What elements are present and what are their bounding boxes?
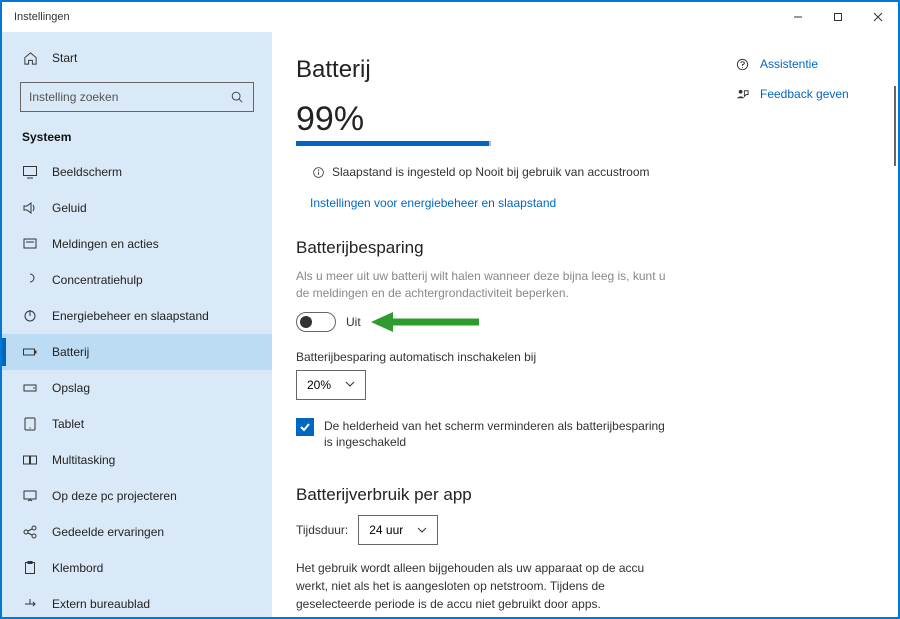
sidebar-item-focus-assist[interactable]: Concentratiehulp: [2, 262, 272, 298]
power-sleep-settings-link[interactable]: Instellingen voor energiebeheer en slaap…: [310, 196, 556, 210]
time-period-select[interactable]: 24 uur: [358, 515, 438, 545]
sidebar-item-label: Beeldscherm: [52, 165, 122, 179]
sidebar-item-label: Meldingen en acties: [52, 237, 159, 251]
time-period-value: 24 uur: [369, 523, 403, 537]
sidebar-item-notifications[interactable]: Meldingen en acties: [2, 226, 272, 262]
battery-progress-bar: [296, 141, 491, 146]
sidebar-item-label: Batterij: [52, 345, 89, 359]
sidebar-item-sound[interactable]: Geluid: [2, 190, 272, 226]
sidebar-item-label: Multitasking: [52, 453, 115, 467]
sidebar-item-storage[interactable]: Opslag: [2, 370, 272, 406]
main-content: Batterij 99% Slaapstand is ingesteld op …: [272, 32, 898, 617]
sidebar-item-remote-desktop[interactable]: Extern bureaublad: [2, 586, 272, 617]
focus-assist-icon: [22, 272, 38, 288]
battery-saver-toggle-label: Uit: [346, 315, 361, 329]
usage-note: Het gebruik wordt alleen bijgehouden als…: [296, 559, 676, 613]
sidebar-home[interactable]: Start: [2, 42, 272, 74]
sidebar-item-power[interactable]: Energiebeheer en slaapstand: [2, 298, 272, 334]
sidebar-nav: Beeldscherm Geluid Meldingen en acties C…: [2, 154, 272, 617]
battery-saver-toggle[interactable]: [296, 312, 336, 332]
search-box[interactable]: [20, 82, 254, 112]
auto-enable-label: Batterijbesparing automatisch inschakele…: [296, 350, 858, 364]
shared-icon: [22, 524, 38, 540]
sidebar-item-label: Gedeelde ervaringen: [52, 525, 164, 539]
annotation-arrow: [371, 308, 481, 336]
remote-desktop-icon: [22, 596, 38, 612]
help-link[interactable]: Assistentie: [760, 57, 818, 71]
tablet-icon: [22, 416, 38, 432]
sidebar-item-multitasking[interactable]: Multitasking: [2, 442, 272, 478]
feedback-icon: [734, 86, 750, 102]
projecting-icon: [22, 488, 38, 504]
chevron-down-icon: [345, 379, 355, 390]
sidebar-item-label: Energiebeheer en slaapstand: [52, 309, 209, 323]
minimize-button[interactable]: [778, 2, 818, 32]
sidebar-section-title: Systeem: [2, 124, 272, 154]
sidebar-item-label: Concentratiehulp: [52, 273, 143, 287]
sidebar-item-clipboard[interactable]: Klembord: [2, 550, 272, 586]
sidebar-item-label: Klembord: [52, 561, 103, 575]
sidebar-home-label: Start: [52, 51, 77, 65]
window-title: Instellingen: [14, 11, 70, 23]
home-icon: [22, 50, 38, 66]
lower-brightness-label: De helderheid van het scherm verminderen…: [324, 418, 676, 452]
sidebar-item-label: Op deze pc projecteren: [52, 489, 177, 503]
battery-usage-heading: Batterijverbruik per app: [296, 485, 858, 505]
search-icon: [229, 89, 245, 105]
multitasking-icon: [22, 452, 38, 468]
battery-saver-heading: Batterijbesparing: [296, 238, 858, 258]
battery-progress-fill: [296, 141, 489, 146]
titlebar: Instellingen: [2, 2, 898, 32]
chevron-down-icon: [417, 525, 427, 536]
sidebar-item-label: Geluid: [52, 201, 87, 215]
battery-saver-description: Als u meer uit uw batterij wilt halen wa…: [296, 268, 666, 302]
help-icon: [734, 56, 750, 72]
sidebar-item-label: Opslag: [52, 381, 90, 395]
time-period-label: Tijdsduur:: [296, 523, 348, 537]
sidebar-item-projecting[interactable]: Op deze pc projecteren: [2, 478, 272, 514]
feedback-link[interactable]: Feedback geven: [760, 87, 849, 101]
sidebar-item-display[interactable]: Beeldscherm: [2, 154, 272, 190]
power-icon: [22, 308, 38, 324]
side-panel: Assistentie Feedback geven: [734, 56, 874, 116]
notifications-icon: [22, 236, 38, 252]
sidebar-item-label: Extern bureaublad: [52, 597, 150, 611]
sleep-info-text: Slaapstand is ingesteld op Nooit bij geb…: [332, 165, 650, 179]
sidebar: Start Systeem Beeldscherm Geluid Melding…: [2, 32, 272, 617]
sidebar-item-shared[interactable]: Gedeelde ervaringen: [2, 514, 272, 550]
lower-brightness-checkbox[interactable]: [296, 418, 314, 436]
toggle-knob: [300, 316, 312, 328]
battery-icon: [22, 344, 38, 360]
sidebar-item-tablet[interactable]: Tablet: [2, 406, 272, 442]
sidebar-item-battery[interactable]: Batterij: [2, 334, 272, 370]
maximize-button[interactable]: [818, 2, 858, 32]
storage-icon: [22, 380, 38, 396]
sidebar-item-label: Tablet: [52, 417, 84, 431]
close-button[interactable]: [858, 2, 898, 32]
clipboard-icon: [22, 560, 38, 576]
sleep-info: Slaapstand is ingesteld op Nooit bij geb…: [296, 164, 858, 180]
auto-enable-select[interactable]: 20%: [296, 370, 366, 400]
info-icon: [310, 164, 326, 180]
auto-enable-value: 20%: [307, 378, 331, 392]
window-controls: [778, 2, 898, 32]
display-icon: [22, 164, 38, 180]
scrollbar[interactable]: [894, 86, 896, 166]
search-input[interactable]: [29, 90, 229, 104]
sound-icon: [22, 200, 38, 216]
